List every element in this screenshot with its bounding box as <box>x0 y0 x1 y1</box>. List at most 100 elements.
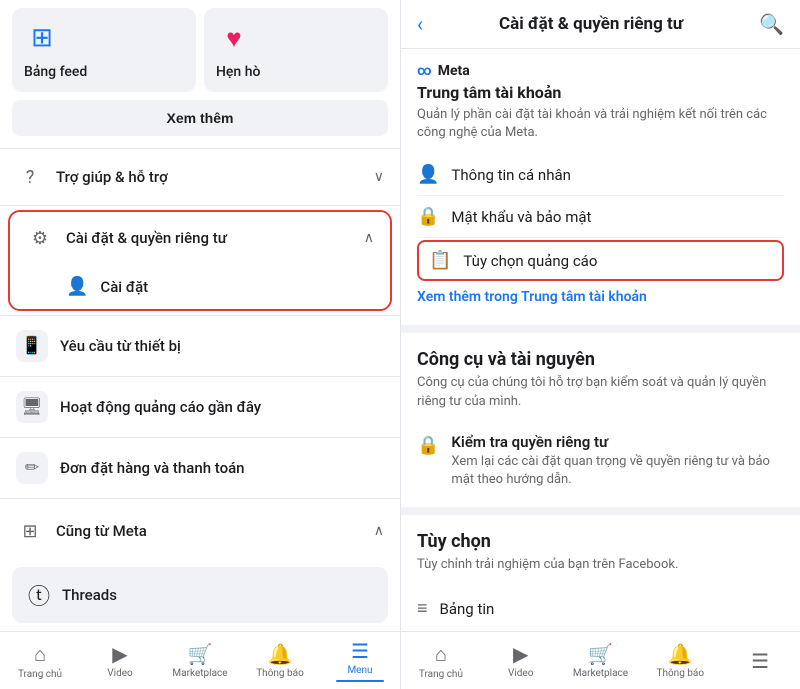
tuy-chon-title: Tùy chọn <box>417 531 784 552</box>
tro-giup-icon: ? <box>16 163 44 191</box>
menu-label: Menu <box>347 665 372 676</box>
hoat-dong-row[interactable]: 🖥 Hoạt động quảng cáo gần đây <box>0 377 400 437</box>
thong-tin-icon: 👤 <box>417 164 439 185</box>
left-panel: ⊞ Bảng feed ♥ Hẹn hò Xem thêm ? Trợ giúp… <box>0 0 400 689</box>
meta-logo-icon: ∞ <box>417 63 432 79</box>
yeu-cau-row[interactable]: 📱 Yêu cầu từ thiết bị <box>0 316 400 376</box>
cai-dat-icon: ⚙ <box>26 224 54 252</box>
r-nav-thong-bao[interactable]: 🔔 Thông báo <box>640 638 720 683</box>
cung-tu-meta-label: Cũng từ Meta <box>56 522 147 540</box>
xem-them-link[interactable]: Xem thêm trong Trung tâm tài khoản <box>417 283 647 311</box>
bang-feed-item[interactable]: ⊞ Bảng feed <box>12 8 196 92</box>
r-nav-trang-chu[interactable]: ⌂ Trang chủ <box>401 638 481 684</box>
mat-khau-label: Mật khẩu và bảo mật <box>451 208 591 226</box>
kiem-tra-icon: 🔒 <box>417 435 439 456</box>
right-panel: ‹ Cài đặt & quyền riêng tư 🔍 ∞ Meta Trun… <box>400 0 800 689</box>
r-menu-icon: ☰ <box>751 649 769 673</box>
meta-apps-icon: ⊞ <box>16 517 44 545</box>
cai-dat-sub-item[interactable]: 👤 Cài đặt <box>10 264 390 309</box>
divider-6 <box>0 498 400 499</box>
trang-chu-icon: ⌂ <box>34 642 46 667</box>
nav-trang-chu[interactable]: ⌂ Trang chủ <box>0 638 80 684</box>
meta-option-quang-cao[interactable]: 📋 Tùy chọn quảng cáo <box>417 240 784 281</box>
r-video-icon: ▶ <box>513 642 528 666</box>
nav-menu[interactable]: ☰ Menu <box>320 635 400 686</box>
hoat-dong-icon: 🖥 <box>16 391 48 423</box>
tuy-chon-section: Tùy chọn Tùy chỉnh trải nghiệm của bạn t… <box>401 515 800 631</box>
video-icon: ▶ <box>112 642 127 666</box>
threads-label: Threads <box>62 586 117 604</box>
back-button[interactable]: ‹ <box>417 12 423 36</box>
don-hang-label: Đơn đặt hàng và thanh toán <box>60 459 245 477</box>
yeu-cau-icon: 📱 <box>16 330 48 362</box>
nav-thong-bao[interactable]: 🔔 Thông báo <box>240 638 320 683</box>
thong-bao-label: Thông báo <box>256 668 304 679</box>
cai-dat-chevron: ∧ <box>364 230 374 246</box>
mat-khau-icon: 🔒 <box>417 206 439 227</box>
r-nav-menu[interactable]: ☰ <box>720 645 800 677</box>
r-marketplace-label: Marketplace <box>573 668 628 679</box>
right-title: Cài đặt & quyền riêng tư <box>435 14 747 34</box>
kiem-tra-quyen-row[interactable]: 🔒 Kiểm tra quyền riêng tư Xem lại các cà… <box>417 423 784 499</box>
menu-active-underline <box>336 680 384 682</box>
feed-icon: ⊞ <box>24 20 60 56</box>
yeu-cau-label: Yêu cầu từ thiết bị <box>60 337 181 355</box>
cong-cu-block: Công cụ và tài nguyên Công cụ của chúng … <box>401 333 800 515</box>
bang-tin-row[interactable]: ≡ Bảng tin <box>417 586 784 631</box>
r-nav-marketplace[interactable]: 🛒 Marketplace <box>561 638 641 683</box>
right-bottom-nav: ⌂ Trang chủ ▶ Video 🛒 Marketplace 🔔 Thôn… <box>401 631 800 689</box>
threads-icon: ⓣ <box>28 579 50 611</box>
search-button[interactable]: 🔍 <box>759 12 784 36</box>
cong-cu-desc: Công cụ của chúng tôi hỗ trợ bạn kiểm so… <box>417 374 784 410</box>
cai-dat-left: ⚙ Cài đặt & quyền riêng tư <box>26 224 227 252</box>
cung-tu-meta-row[interactable]: ⊞ Cũng từ Meta ∧ <box>0 503 400 559</box>
threads-item[interactable]: ⓣ Threads <box>12 567 388 623</box>
video-label: Video <box>107 668 132 679</box>
meta-section-title: Trung tâm tài khoản <box>417 83 784 102</box>
cai-dat-sub-label: Cài đặt <box>100 278 148 296</box>
meta-option-thong-tin[interactable]: 👤 Thông tin cá nhân <box>417 154 784 196</box>
cung-tu-meta-section: ⊞ Cũng từ Meta ∧ ⓣ Threads <box>0 503 400 623</box>
cai-dat-section-box: ⚙ Cài đặt & quyền riêng tư ∧ 👤 Cài đặt <box>8 210 392 311</box>
tro-giup-left: ? Trợ giúp & hỗ trợ <box>16 163 168 191</box>
meta-block: ∞ Meta Trung tâm tài khoản Quản lý phần … <box>401 49 800 333</box>
dating-icon: ♥ <box>216 20 252 56</box>
right-header: ‹ Cài đặt & quyền riêng tư 🔍 <box>401 0 800 49</box>
trang-chu-label: Trang chủ <box>18 669 62 680</box>
tuy-chon-desc: Tùy chỉnh trải nghiệm của bạn trên Faceb… <box>417 556 784 574</box>
meta-logo-row: ∞ Meta <box>417 63 784 79</box>
quang-cao-label: Tùy chọn quảng cáo <box>463 252 597 270</box>
quang-cao-icon: 📋 <box>429 250 451 271</box>
nav-video[interactable]: ▶ Video <box>80 638 160 683</box>
marketplace-label: Marketplace <box>172 668 227 679</box>
don-hang-row[interactable]: ✏ Đơn đặt hàng và thanh toán <box>0 438 400 498</box>
meta-section-desc: Quản lý phần cài đặt tài khoản và trải n… <box>417 106 784 142</box>
marketplace-icon: 🛒 <box>188 642 213 666</box>
thong-tin-label: Thông tin cá nhân <box>451 166 570 184</box>
cung-tu-meta-chevron: ∧ <box>374 523 384 539</box>
menu-icon: ☰ <box>351 639 369 663</box>
cai-dat-label: Cài đặt & quyền riêng tư <box>66 229 227 247</box>
kiem-tra-desc: Xem lại các cài đặt quan trọng về quyền … <box>451 453 784 489</box>
tro-giup-row[interactable]: ? Trợ giúp & hỗ trợ ∨ <box>0 149 400 205</box>
top-grid: ⊞ Bảng feed ♥ Hẹn hò <box>0 0 400 100</box>
meta-option-mat-khau[interactable]: 🔒 Mật khẩu và bảo mật <box>417 196 784 238</box>
left-bottom-nav: ⌂ Trang chủ ▶ Video 🛒 Marketplace 🔔 Thôn… <box>0 631 400 689</box>
xem-them-button[interactable]: Xem thêm <box>12 100 388 136</box>
bang-feed-label: Bảng feed <box>24 64 87 80</box>
hen-ho-item[interactable]: ♥ Hẹn hò <box>204 8 388 92</box>
hen-ho-label: Hẹn hò <box>216 64 260 80</box>
cai-dat-section-row[interactable]: ⚙ Cài đặt & quyền riêng tư ∧ <box>10 212 390 264</box>
tro-giup-chevron: ∨ <box>374 169 384 185</box>
r-nav-video[interactable]: ▶ Video <box>481 638 561 683</box>
r-trang-chu-label: Trang chủ <box>419 669 463 680</box>
r-trang-chu-icon: ⌂ <box>435 642 447 667</box>
tro-giup-label: Trợ giúp & hỗ trợ <box>56 168 168 186</box>
divider-2 <box>0 205 400 206</box>
cai-dat-sub-icon: 👤 <box>66 276 88 297</box>
nav-marketplace[interactable]: 🛒 Marketplace <box>160 638 240 683</box>
kiem-tra-label: Kiểm tra quyền riêng tư <box>451 433 784 451</box>
thong-bao-icon: 🔔 <box>268 642 293 666</box>
meta-brand-label: Meta <box>438 63 470 79</box>
bang-tin-icon: ≡ <box>417 598 428 619</box>
